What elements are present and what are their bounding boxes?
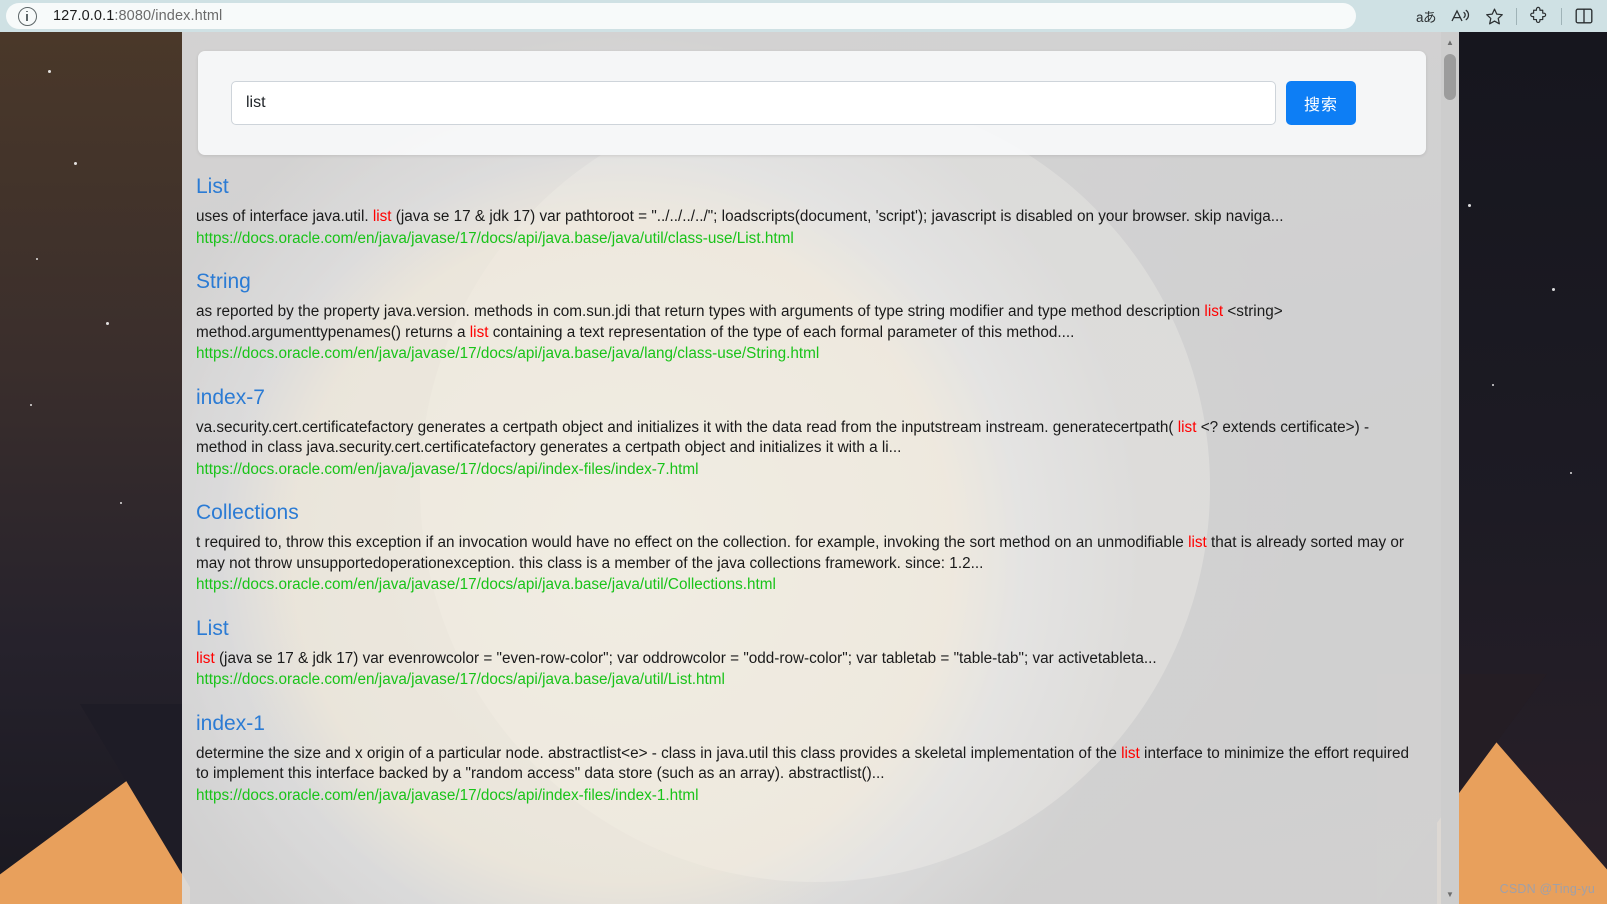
snippet-highlight-term: list: [469, 323, 489, 341]
result-title-link[interactable]: List: [196, 616, 1436, 642]
snippet-text: (java se 17 & jdk 17) var pathtoroot = "…: [391, 208, 1284, 225]
address-bar[interactable]: 127.0.0.1:8080/index.html: [6, 3, 1356, 29]
result-title-link[interactable]: List: [196, 174, 1436, 200]
result-url-link[interactable]: https://docs.oracle.com/en/java/javase/1…: [196, 460, 1436, 481]
screen: 127.0.0.1:8080/index.html aあ list 搜索 Lis…: [0, 0, 1607, 904]
snippet-text: as reported by the property java.version…: [196, 303, 1205, 320]
web-page-viewport: 搜索 List uses of interface java.util. list…: [182, 32, 1459, 904]
read-aloud-icon[interactable]: [1443, 0, 1477, 32]
watermark: CSDN @Ting-yu: [1499, 882, 1595, 896]
browser-toolbar: 127.0.0.1:8080/index.html aあ: [0, 0, 1607, 32]
star-decoration: [1492, 384, 1494, 386]
favorites-star-icon[interactable]: [1477, 0, 1511, 32]
result-url-link[interactable]: https://docs.oracle.com/en/java/javase/1…: [196, 786, 1436, 807]
star-decoration: [1552, 288, 1555, 291]
snippet-text: containing a text representation of the …: [488, 323, 1075, 341]
result-snippet: uses of interface java.util. list (java …: [196, 207, 1411, 228]
search-result-item: List uses of interface java.util. list (j…: [196, 174, 1436, 249]
snippet-highlight-term: list: [372, 208, 392, 225]
address-bar-host: 127.0.0.1: [53, 8, 115, 24]
snippet-text: va.security.cert.certificatefactory gene…: [196, 418, 1178, 436]
star-decoration: [120, 502, 122, 504]
address-bar-url: 127.0.0.1:8080/index.html: [53, 8, 222, 24]
extensions-puzzle-icon[interactable]: [1522, 0, 1556, 32]
search-results-list: List uses of interface java.util. list (j…: [196, 174, 1436, 826]
snippet-text: determine the size and x origin of a par…: [196, 744, 1122, 762]
star-decoration: [36, 258, 38, 260]
result-url-link[interactable]: https://docs.oracle.com/en/java/javase/1…: [196, 344, 1436, 365]
result-title-link[interactable]: Collections: [196, 500, 1436, 526]
scrollbar-thumb[interactable]: [1444, 54, 1456, 100]
result-url-link[interactable]: https://docs.oracle.com/en/java/javase/1…: [196, 670, 1436, 691]
snippet-highlight-term: list: [1121, 744, 1140, 762]
browser-toolbar-actions: aあ: [1409, 0, 1607, 32]
toolbar-divider: [1516, 7, 1517, 25]
snippet-text: (java se 17 & jdk 17) var evenrowcolor =…: [214, 649, 1157, 667]
star-decoration: [1468, 204, 1471, 207]
search-form: 搜索: [231, 81, 1356, 125]
star-decoration: [74, 162, 77, 165]
snippet-highlight-term: list: [1177, 418, 1197, 436]
result-url-link[interactable]: https://docs.oracle.com/en/java/javase/1…: [196, 229, 1436, 250]
search-button[interactable]: 搜索: [1286, 81, 1356, 125]
result-snippet: determine the size and x origin of a par…: [196, 744, 1411, 785]
search-result-item: String as reported by the property java.v…: [196, 269, 1436, 365]
result-url-link[interactable]: https://docs.oracle.com/en/java/javase/1…: [196, 575, 1436, 596]
search-input[interactable]: [231, 81, 1276, 125]
search-result-item: Collections t required to, throw this exc…: [196, 500, 1436, 596]
snippet-highlight-term: list: [196, 649, 215, 667]
snippet-highlight-term: list: [1188, 534, 1207, 551]
result-title-link[interactable]: String: [196, 269, 1436, 295]
page-scrollbar[interactable]: ▲ ▼: [1441, 32, 1459, 904]
result-snippet: t required to, throw this exception if a…: [196, 533, 1411, 574]
search-panel: 搜索: [198, 51, 1426, 155]
result-snippet: list (java se 17 & jdk 17) var evenrowco…: [196, 649, 1411, 670]
scrollbar-down-arrow[interactable]: ▼: [1441, 886, 1459, 902]
info-circle-icon[interactable]: [18, 6, 37, 26]
toolbar-divider: [1561, 7, 1562, 25]
star-decoration: [1570, 472, 1572, 474]
star-decoration: [30, 404, 32, 406]
star-decoration: [106, 322, 109, 325]
snippet-highlight-term: list: [1204, 303, 1224, 320]
scrollbar-up-arrow[interactable]: ▲: [1441, 34, 1459, 50]
search-result-item: index-7 va.security.cert.certificatefacto…: [196, 385, 1436, 481]
translate-icon[interactable]: aあ: [1409, 0, 1443, 32]
star-decoration: [48, 70, 51, 73]
result-snippet: as reported by the property java.version…: [196, 302, 1411, 343]
search-result-item: List list (java se 17 & jdk 17) var evenr…: [196, 616, 1436, 691]
snippet-text: uses of interface java.util.: [196, 208, 373, 225]
result-title-link[interactable]: index-7: [196, 385, 1436, 411]
address-bar-path: :8080/index.html: [114, 8, 223, 24]
result-snippet: va.security.cert.certificatefactory gene…: [196, 418, 1411, 459]
split-screen-icon[interactable]: [1567, 0, 1601, 32]
search-result-item: index-1 determine the size and x origin o…: [196, 711, 1436, 807]
result-title-link[interactable]: index-1: [196, 711, 1436, 737]
snippet-text: t required to, throw this exception if a…: [196, 534, 1189, 551]
